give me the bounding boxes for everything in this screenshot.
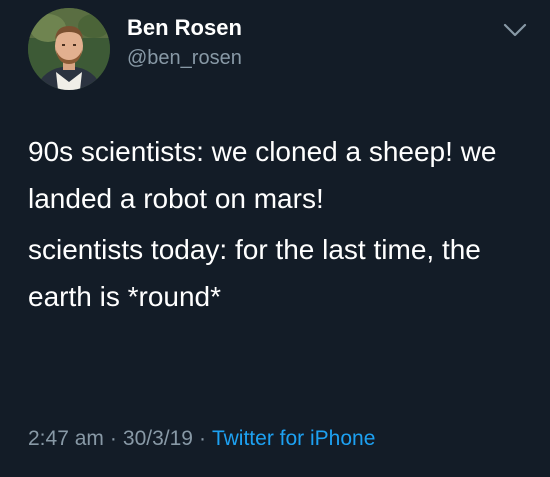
tweet-date[interactable]: 30/3/19: [123, 427, 193, 450]
tweet-paragraph: 90s scientists: we cloned a sheep! we la…: [28, 136, 497, 214]
profile-photo-icon: [28, 8, 110, 90]
tweet-source-link[interactable]: Twitter for iPhone: [212, 427, 375, 450]
separator: ·: [198, 427, 206, 450]
separator: ·: [109, 427, 117, 450]
user-names: Ben Rosen @ben_rosen: [127, 14, 242, 70]
tweet-card: Ben Rosen @ben_rosen 90s scientists: we …: [0, 0, 550, 477]
tweet-time[interactable]: 2:47 am: [28, 427, 104, 450]
avatar[interactable]: [28, 8, 110, 90]
chevron-down-icon[interactable]: [502, 20, 528, 40]
tweet-metadata: 2:47 am · 30/3/19 · Twitter for iPhone: [28, 425, 375, 453]
user-handle[interactable]: @ben_rosen: [127, 46, 242, 70]
tweet-paragraph: scientists today: for the last time, the…: [28, 234, 481, 312]
display-name[interactable]: Ben Rosen: [127, 14, 242, 42]
tweet-text: 90s scientists: we cloned a sheep! we la…: [28, 128, 533, 320]
tweet-header: Ben Rosen @ben_rosen: [28, 8, 528, 90]
